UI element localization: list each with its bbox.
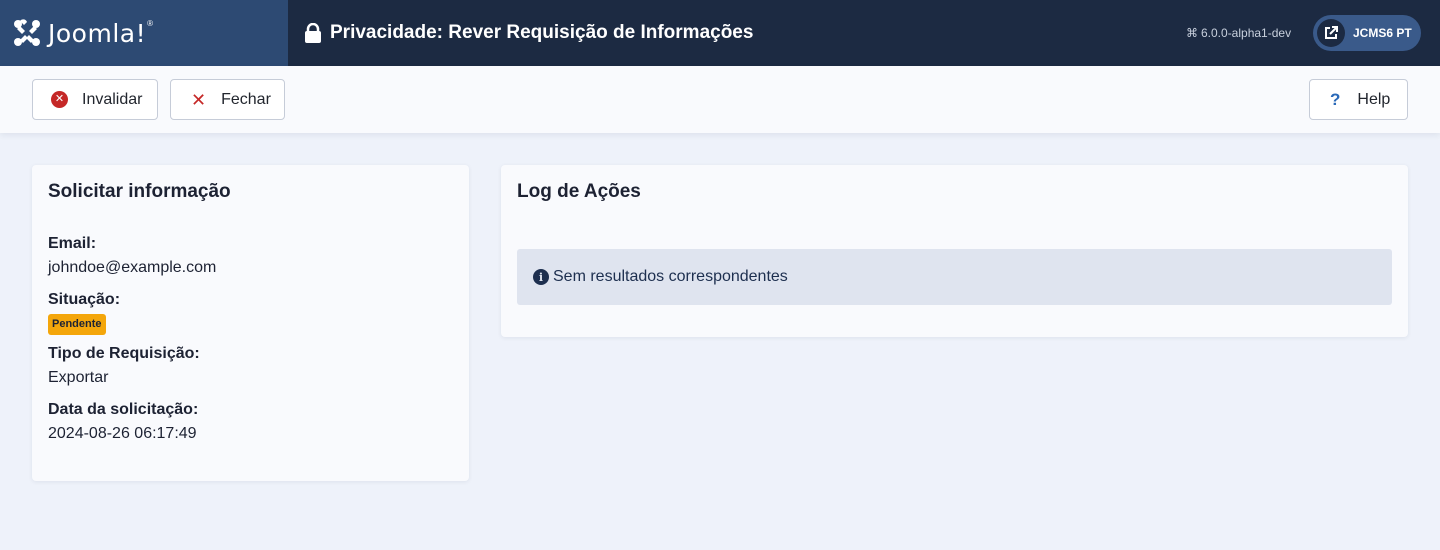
site-name-label: JCMS6 PT: [1353, 26, 1412, 40]
times-circle-icon: ✕: [51, 91, 68, 108]
top-header: Joomla! ® Privacidade: Rever Requisição …: [0, 0, 1440, 66]
registered-mark: ®: [147, 18, 154, 28]
status-badge-wrap: Pendente: [48, 314, 453, 336]
question-icon: ?: [1330, 89, 1341, 109]
email-value: johndoe@example.com: [48, 259, 217, 276]
request-info-card: Solicitar informação Email: johndoe@exam…: [32, 165, 469, 481]
joomla-icon: ⌘: [1186, 26, 1198, 40]
toolbar: ✕ Invalidar ✕ Fechar ? Help: [0, 66, 1440, 133]
request-info-title: Solicitar informação: [48, 181, 231, 202]
joomla-logo-icon: [14, 19, 40, 46]
help-label: Help: [1357, 90, 1391, 108]
request-type-label: Tipo de Requisição:: [48, 345, 200, 362]
help-button[interactable]: ? Help: [1309, 79, 1408, 120]
joomla-logo-text: Joomla!: [48, 18, 147, 48]
close-button[interactable]: ✕ Fechar: [170, 79, 285, 120]
request-details: Email: johndoe@example.com Situação: Pen…: [48, 234, 453, 444]
version-text: 6.0.0-alpha1-dev: [1201, 26, 1292, 40]
version-info: ⌘ 6.0.0-alpha1-dev: [1186, 0, 1291, 66]
request-date-label: Data da solicitação:: [48, 401, 199, 418]
no-results-alert: i Sem resultados correspondentes: [517, 249, 1392, 305]
action-log-title: Log de Ações: [517, 181, 641, 202]
request-type-value: Exportar: [48, 369, 109, 386]
no-results-message: Sem resultados correspondentes: [553, 268, 788, 285]
request-date-value: 2024-08-26 06:17:49: [48, 425, 197, 442]
external-link-icon: [1317, 19, 1345, 47]
info-icon: i: [533, 269, 549, 285]
page-title: Privacidade: Rever Requisição de Informa…: [330, 22, 754, 43]
status-badge: Pendente: [48, 314, 106, 335]
status-label: Situação:: [48, 291, 121, 308]
lock-icon: [305, 23, 321, 43]
page-title-area: Privacidade: Rever Requisição de Informa…: [304, 0, 753, 66]
view-site-button[interactable]: JCMS6 PT: [1313, 15, 1421, 51]
close-icon: ✕: [191, 89, 207, 110]
invalidate-button[interactable]: ✕ Invalidar: [32, 79, 158, 120]
action-log-card: Log de Ações i Sem resultados correspond…: [501, 165, 1408, 337]
invalidate-label: Invalidar: [82, 90, 143, 108]
joomla-logo[interactable]: Joomla! ®: [0, 0, 288, 66]
close-label: Fechar: [221, 90, 271, 108]
email-label: Email:: [48, 235, 97, 252]
